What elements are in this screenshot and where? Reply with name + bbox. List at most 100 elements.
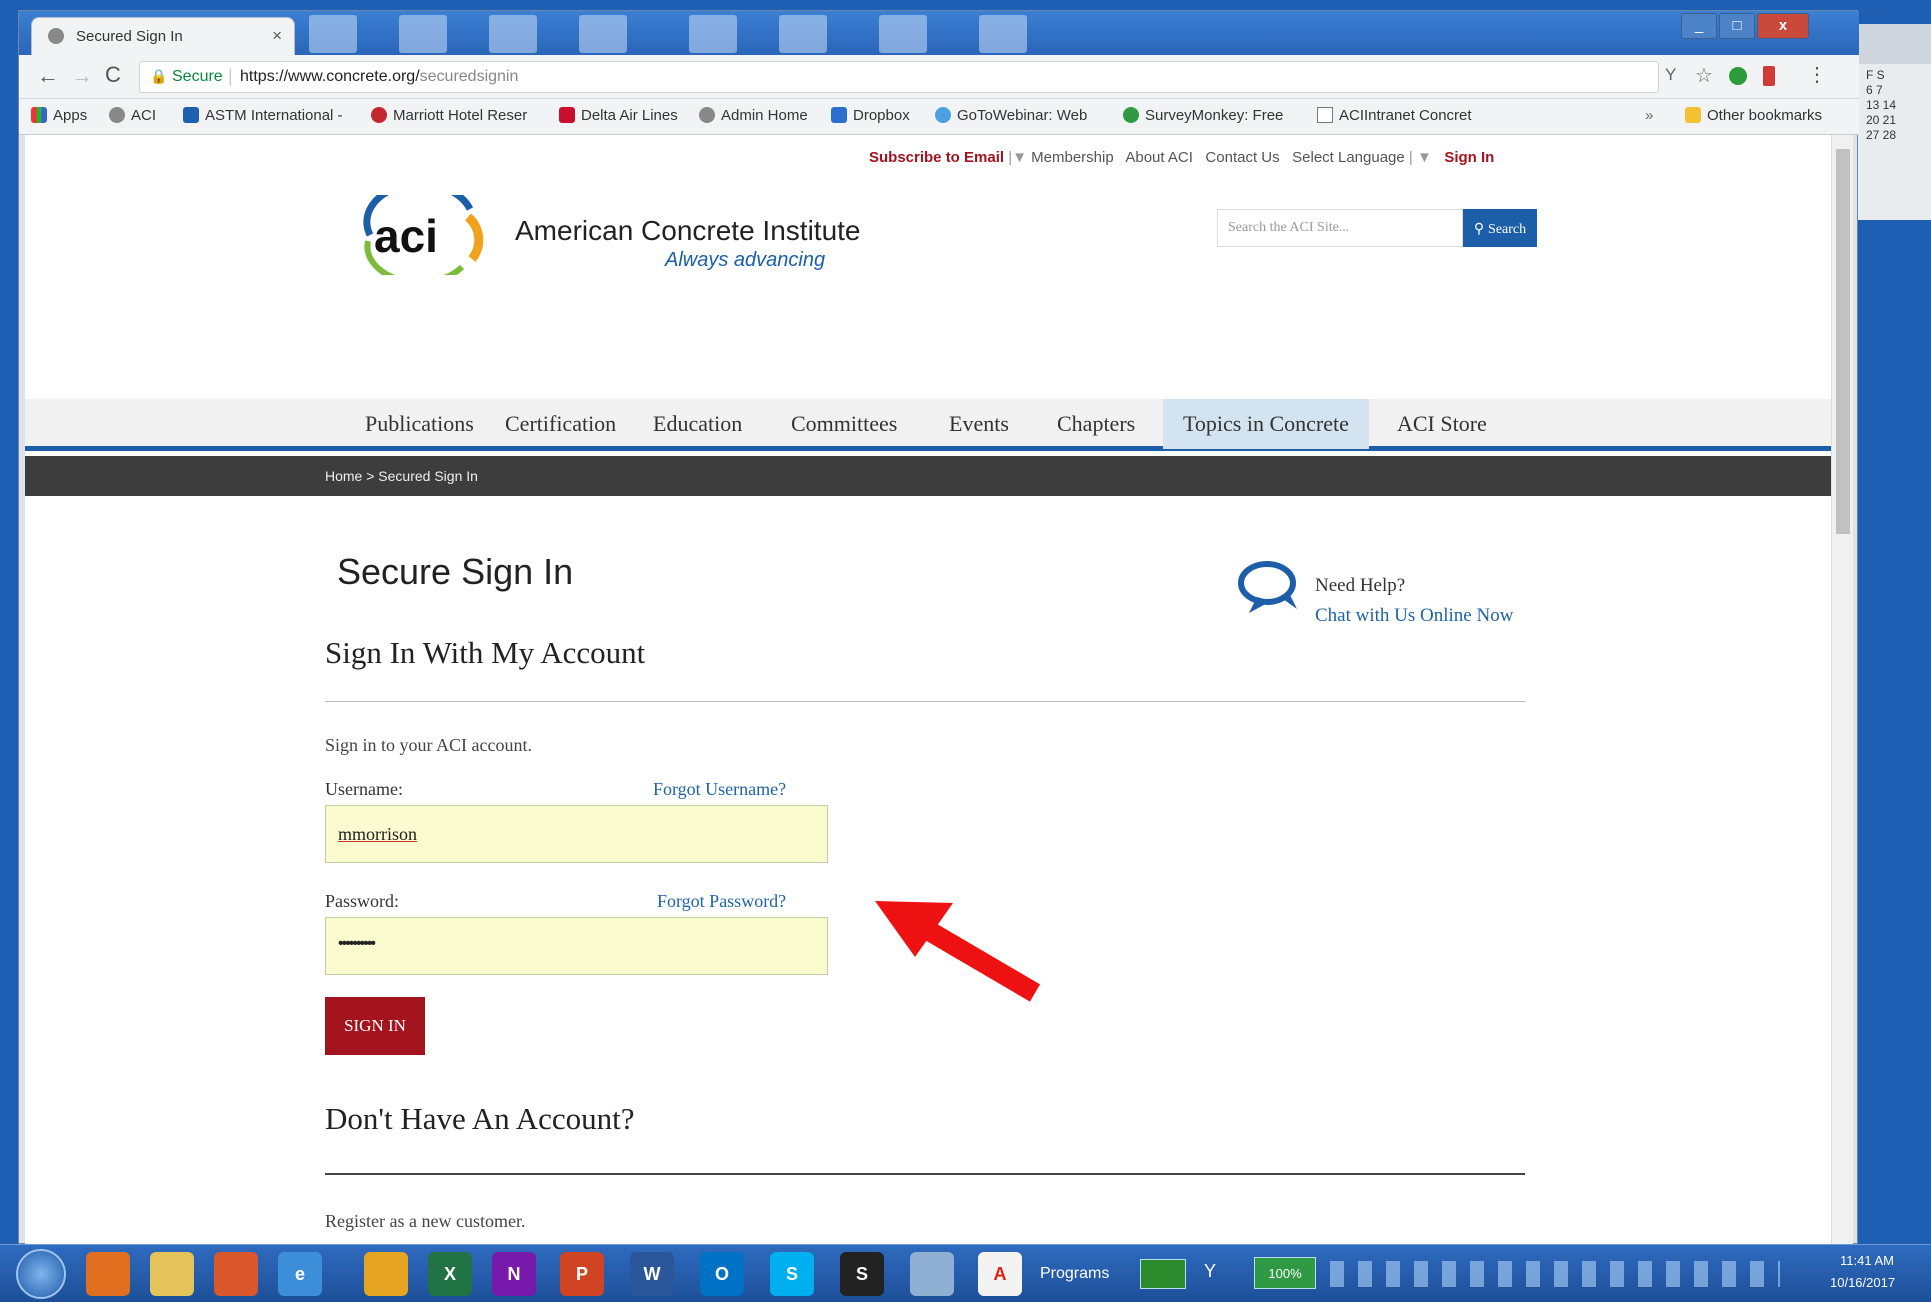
bookmark-astm[interactable]: ASTM International - (183, 107, 343, 124)
onenote-icon[interactable]: N (492, 1252, 536, 1296)
close-button[interactable]: x (1757, 13, 1809, 39)
bookmark-apps[interactable]: Apps (31, 107, 87, 124)
signal-meter-icon[interactable] (1140, 1259, 1186, 1289)
programs-toolbar[interactable]: Programs (1040, 1265, 1109, 1283)
bookmark-label: ACIIntranet Concret (1339, 107, 1472, 124)
membership-link[interactable]: Membership (1031, 149, 1114, 166)
sign-in-link[interactable]: Sign In (1444, 149, 1494, 166)
wireless-icon[interactable]: Y (1204, 1261, 1216, 1282)
bookmarks-overflow-icon[interactable]: » (1645, 107, 1653, 124)
register-text: Register as a new customer. (325, 1211, 526, 1231)
forgot-username-link[interactable]: Forgot Username? (653, 779, 786, 800)
secure-label: Secure (172, 68, 223, 85)
acrobat-icon[interactable]: A (978, 1252, 1022, 1296)
bookmark-label: Other bookmarks (1707, 107, 1823, 124)
calendar-row: 27 28 (1866, 128, 1897, 142)
excel-icon[interactable]: X (428, 1252, 472, 1296)
bookmark-other[interactable]: Other bookmarks (1685, 107, 1822, 124)
tab-secured-sign-in[interactable]: Secured Sign In × (31, 17, 295, 55)
bookmark-label: ACI (131, 107, 157, 124)
calendar-row: 6 7 (1866, 83, 1883, 97)
desktop-thumbnail (689, 15, 737, 53)
bookmark-label: SurveyMonkey: Free (1145, 107, 1284, 124)
no-account-title: Don't Have An Account? (325, 1101, 635, 1136)
aci-favicon-icon (699, 107, 715, 123)
reload-icon[interactable]: C (105, 62, 121, 88)
menu-icon[interactable]: ⋮ (1807, 62, 1827, 87)
bookmark-gotowebinar[interactable]: GoToWebinar: Web (935, 107, 1087, 124)
scrollbar-thumb[interactable] (1836, 149, 1850, 534)
back-icon[interactable]: ← (37, 63, 59, 89)
bookmark-star-icon[interactable]: ☆ (1695, 63, 1713, 88)
breadcrumb[interactable]: Home > Secured Sign In (325, 468, 478, 484)
nav-events[interactable]: Events (929, 399, 1029, 449)
language-select[interactable]: Select Language (1292, 149, 1405, 166)
maximize-button[interactable]: □ (1719, 13, 1755, 39)
nav-chapters[interactable]: Chapters (1037, 399, 1155, 449)
outlook-icon[interactable]: O (700, 1252, 744, 1296)
tab-close-icon[interactable]: × (272, 26, 282, 46)
subscribe-link[interactable]: Subscribe to Email (869, 149, 1004, 166)
powerpoint-icon[interactable]: P (560, 1252, 604, 1296)
nav-topics-in-concrete[interactable]: Topics in Concrete (1163, 399, 1369, 449)
logo-text: aci (374, 210, 438, 262)
bookmark-marriott[interactable]: Marriott Hotel Reser (371, 107, 527, 124)
file-explorer-icon[interactable] (150, 1252, 194, 1296)
extension-icon[interactable]: Y (1665, 65, 1676, 85)
search-button[interactable]: ⚲ Search (1463, 209, 1537, 247)
nav-committees[interactable]: Committees (771, 399, 917, 449)
calendar-gadget: F S 6 7 13 14 20 21 27 28 (1858, 24, 1931, 220)
bookmark-surveymonkey[interactable]: SurveyMonkey: Free (1123, 107, 1283, 124)
shield-extension-icon[interactable] (1729, 67, 1747, 85)
page-scrollbar[interactable] (1831, 135, 1853, 1245)
aci-logo[interactable]: aci (350, 180, 510, 286)
desktop-thumbnail (309, 15, 357, 53)
pdf-extension-icon[interactable] (1763, 66, 1775, 86)
chat-icon[interactable] (1237, 559, 1301, 615)
bookmark-label: Apps (53, 107, 88, 124)
chrome-icon[interactable] (364, 1252, 408, 1296)
bookmark-aci[interactable]: ACI (109, 107, 156, 124)
calendar-row: 13 14 (1866, 98, 1897, 112)
chat-online-link[interactable]: Chat with Us Online Now (1315, 605, 1513, 627)
network-app-icon[interactable] (910, 1252, 954, 1296)
forgot-password-link[interactable]: Forgot Password? (657, 891, 786, 912)
minimize-button[interactable]: _ (1681, 13, 1717, 39)
bookmark-aci-intranet[interactable]: ACIIntranet Concret (1317, 107, 1472, 124)
clock-date[interactable]: 10/16/2017 (1830, 1275, 1895, 1290)
desktop-thumbnail (879, 15, 927, 53)
internet-explorer-icon[interactable]: e (278, 1252, 322, 1296)
skype-icon[interactable]: S (770, 1252, 814, 1296)
contact-link[interactable]: Contact Us (1205, 149, 1279, 166)
about-link[interactable]: About ACI (1125, 149, 1193, 166)
nav-education[interactable]: Education (633, 399, 762, 449)
forward-icon[interactable]: → (71, 63, 93, 89)
address-bar[interactable]: 🔒 Secure | https://www.concrete.org/secu… (139, 61, 1659, 93)
system-tray-icons[interactable] (1330, 1261, 1780, 1287)
username-input[interactable]: mmorrison (325, 805, 828, 863)
firefox-icon[interactable] (86, 1252, 130, 1296)
word-icon[interactable]: W (630, 1252, 674, 1296)
site-search-input[interactable]: Search the ACI Site... (1217, 209, 1463, 247)
password-label: Password: (325, 891, 400, 911)
desktop-thumbnail (489, 15, 537, 53)
password-input[interactable]: •••••••••• (325, 917, 828, 975)
bookmark-dropbox[interactable]: Dropbox (831, 107, 910, 124)
nav-certification[interactable]: Certification (485, 399, 636, 449)
clock-time[interactable]: 11:41 AM (1840, 1253, 1894, 1268)
battery-indicator[interactable]: 100% (1254, 1257, 1316, 1289)
sign-in-button[interactable]: SIGN IN (325, 997, 425, 1055)
bookmark-delta[interactable]: Delta Air Lines (559, 107, 678, 124)
start-button[interactable] (16, 1249, 66, 1299)
aci-favicon-icon (109, 107, 125, 123)
bookmark-label: Marriott Hotel Reser (393, 107, 528, 124)
media-player-icon[interactable] (214, 1252, 258, 1296)
tab-title: Secured Sign In (76, 28, 183, 45)
desktop-thumbnail (979, 15, 1027, 53)
bookmark-admin-home[interactable]: Admin Home (699, 107, 808, 124)
gotowebinar-favicon-icon (935, 107, 951, 123)
browser-toolbar: ← → C 🔒 Secure | https://www.concrete.or… (19, 55, 1859, 99)
nav-aci-store[interactable]: ACI Store (1377, 399, 1507, 449)
snagit-icon[interactable]: S (840, 1252, 884, 1296)
nav-publications[interactable]: Publications (345, 399, 494, 449)
